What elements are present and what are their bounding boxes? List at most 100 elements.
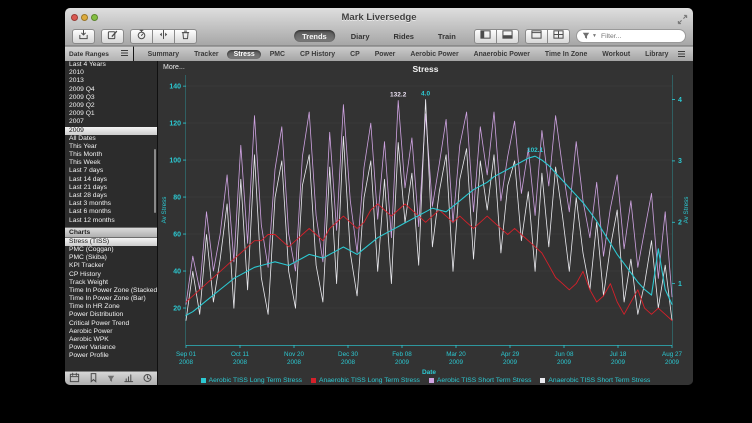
sidebar-item-stress-tiss-[interactable]: Stress (TISS) xyxy=(65,238,157,246)
tab-power[interactable]: Power xyxy=(368,50,402,59)
tab-aerobic-power[interactable]: Aerobic Power xyxy=(404,50,465,59)
sidebar-item-last-21-days[interactable]: Last 21 days xyxy=(65,184,157,192)
window-icon xyxy=(531,27,542,45)
sidebar-item-2009-q2[interactable]: 2009 Q2 xyxy=(65,102,157,110)
sidebar-header: Date Ranges xyxy=(65,46,134,61)
svg-text:Nov 20: Nov 20 xyxy=(284,351,304,358)
view-tab-rides[interactable]: Rides xyxy=(385,30,421,42)
svg-text:132.2: 132.2 xyxy=(390,92,407,99)
svg-text:2008: 2008 xyxy=(233,359,248,366)
import-button[interactable] xyxy=(72,29,95,44)
window-button[interactable] xyxy=(525,29,548,44)
svg-text:40: 40 xyxy=(173,268,181,275)
svg-text:Feb 08: Feb 08 xyxy=(392,351,412,358)
legend-item-anaerobic-tiss-long-term-stress: Anaerobic TISS Long Term Stress xyxy=(311,377,420,384)
tab-tracker[interactable]: Tracker xyxy=(188,50,226,59)
sidebar-item-last-14-days[interactable]: Last 14 days xyxy=(65,176,157,184)
svg-text:2009: 2009 xyxy=(449,359,464,366)
grid-button[interactable] xyxy=(548,29,570,44)
sidebar-scrollbar[interactable] xyxy=(154,149,156,213)
tab-stress[interactable]: Stress xyxy=(227,50,261,59)
sidebar-item-aerobic-power[interactable]: Aerobic Power xyxy=(65,328,157,336)
funnel-icon[interactable] xyxy=(107,370,115,385)
sidebar-item-last-6-months[interactable]: Last 6 months xyxy=(65,208,157,216)
svg-text:2009: 2009 xyxy=(611,359,626,366)
sidebar-item-aerobic-wpk[interactable]: Aerobic WPK xyxy=(65,336,157,344)
svg-text:4.0: 4.0 xyxy=(421,91,430,98)
panel-left-button[interactable] xyxy=(474,29,497,44)
sidebar-item-2009-q4[interactable]: 2009 Q4 xyxy=(65,86,157,94)
tab-cp-history[interactable]: CP History xyxy=(294,50,342,59)
caret-down-icon[interactable]: ▼ xyxy=(592,34,597,39)
sidebar-item-pmc-coggan-[interactable]: PMC (Coggan) xyxy=(65,246,157,254)
sidebar-item-critical-power-trend[interactable]: Critical Power Trend xyxy=(65,320,157,328)
filter-input[interactable] xyxy=(599,32,680,41)
sidebar-item-this-month[interactable]: This Month xyxy=(65,151,157,159)
trash-button[interactable] xyxy=(175,29,197,44)
legend-swatch xyxy=(311,378,316,383)
svg-text:100: 100 xyxy=(169,157,181,164)
series-aerobic-tiss-short-term-stress xyxy=(186,101,672,305)
bookmark-icon[interactable] xyxy=(88,370,99,385)
edit-button[interactable] xyxy=(101,29,124,44)
stopwatch-button[interactable] xyxy=(130,29,153,44)
view-tab-trends[interactable]: Trends xyxy=(294,30,335,42)
tab-time-in-zone[interactable]: Time In Zone xyxy=(538,50,593,59)
sidebar-item-all-dates[interactable]: All Dates xyxy=(65,135,157,143)
tab-cp[interactable]: CP xyxy=(344,50,367,59)
sidebar-item-2009-q1[interactable]: 2009 Q1 xyxy=(65,110,157,118)
sidebar-item-kpi-tracker[interactable]: KPI Tracker xyxy=(65,262,157,270)
sidebar-item-last-28-days[interactable]: Last 28 days xyxy=(65,192,157,200)
toolbar-group-edit xyxy=(101,29,124,44)
view-tab-diary[interactable]: Diary xyxy=(343,30,378,42)
calendar-icon[interactable] xyxy=(69,370,80,385)
tab-summary[interactable]: Summary xyxy=(141,50,185,59)
sidebar-item-this-year[interactable]: This Year xyxy=(65,143,157,151)
tab-anaerobic-power[interactable]: Anaerobic Power xyxy=(467,50,536,59)
fullscreen-icon[interactable] xyxy=(677,12,688,23)
legend-swatch xyxy=(540,378,545,383)
trash-icon xyxy=(180,27,191,45)
sidebar-item-time-in-power-zone-stacked-[interactable]: Time In Power Zone (Stacked) xyxy=(65,287,157,295)
filter-field[interactable]: ▼ xyxy=(576,29,686,43)
edit-icon xyxy=(107,27,118,45)
sidebar-item-cp-history[interactable]: CP History xyxy=(65,271,157,279)
sidebar-item-last-4-years[interactable]: Last 4 Years xyxy=(65,61,157,69)
main-toolbar: Trends Diary Rides Train ▼ xyxy=(65,27,693,46)
sidebar-item-last-7-days[interactable]: Last 7 days xyxy=(65,167,157,175)
legend-swatch xyxy=(201,378,206,383)
sidebar-item-2009[interactable]: 2009 xyxy=(65,127,157,135)
sidebar-item-pmc-skiba-[interactable]: PMC (Skiba) xyxy=(65,254,157,262)
sidebar-item-2009-q3[interactable]: 2009 Q3 xyxy=(65,94,157,102)
sidebar-item-power-distribution[interactable]: Power Distribution xyxy=(65,311,157,319)
stopwatch-icon xyxy=(136,27,147,45)
sidebar-item-power-profile[interactable]: Power Profile xyxy=(65,352,157,360)
sidebar-section-charts: Charts xyxy=(65,227,157,238)
sidebar-item-last-12-months[interactable]: Last 12 months xyxy=(65,217,157,225)
split-button[interactable] xyxy=(153,29,175,44)
sidebar-item-2013[interactable]: 2013 xyxy=(65,77,157,85)
view-tab-train[interactable]: Train xyxy=(430,30,464,42)
svg-text:140: 140 xyxy=(169,83,181,90)
sidebar-item-2007[interactable]: 2007 xyxy=(65,118,157,126)
sidebar-item-track-weight[interactable]: Track Weight xyxy=(65,279,157,287)
legend-label: Anaerobic TISS Short Term Stress xyxy=(548,377,650,384)
stress-chart[interactable]: 204060801001201401234Sep 012008Oct 11200… xyxy=(158,61,693,385)
title-bar[interactable]: Mark Liversedge xyxy=(65,8,693,27)
clock-icon[interactable] xyxy=(142,370,153,385)
svg-text:Aug 27: Aug 27 xyxy=(662,351,682,358)
hamburger-icon[interactable] xyxy=(120,49,129,59)
sidebar-item-time-in-power-zone-bar-[interactable]: Time In Power Zone (Bar) xyxy=(65,295,157,303)
svg-text:3: 3 xyxy=(678,158,682,165)
sidebar-item-time-in-hr-zone[interactable]: Time In HR Zone xyxy=(65,303,157,311)
chart-bars-icon[interactable] xyxy=(123,370,134,385)
sidebar-item-2010[interactable]: 2010 xyxy=(65,69,157,77)
split-icon xyxy=(158,27,169,45)
sidebar-item-power-variance[interactable]: Power Variance xyxy=(65,344,157,352)
panel-bottom-button[interactable] xyxy=(497,29,519,44)
sidebar-item-this-week[interactable]: This Week xyxy=(65,159,157,167)
tab-workout[interactable]: Workout xyxy=(596,50,637,59)
sidebar-item-last-3-months[interactable]: Last 3 months xyxy=(65,200,157,208)
tab-library[interactable]: Library xyxy=(639,50,675,59)
tab-pmc[interactable]: PMC xyxy=(263,50,291,59)
